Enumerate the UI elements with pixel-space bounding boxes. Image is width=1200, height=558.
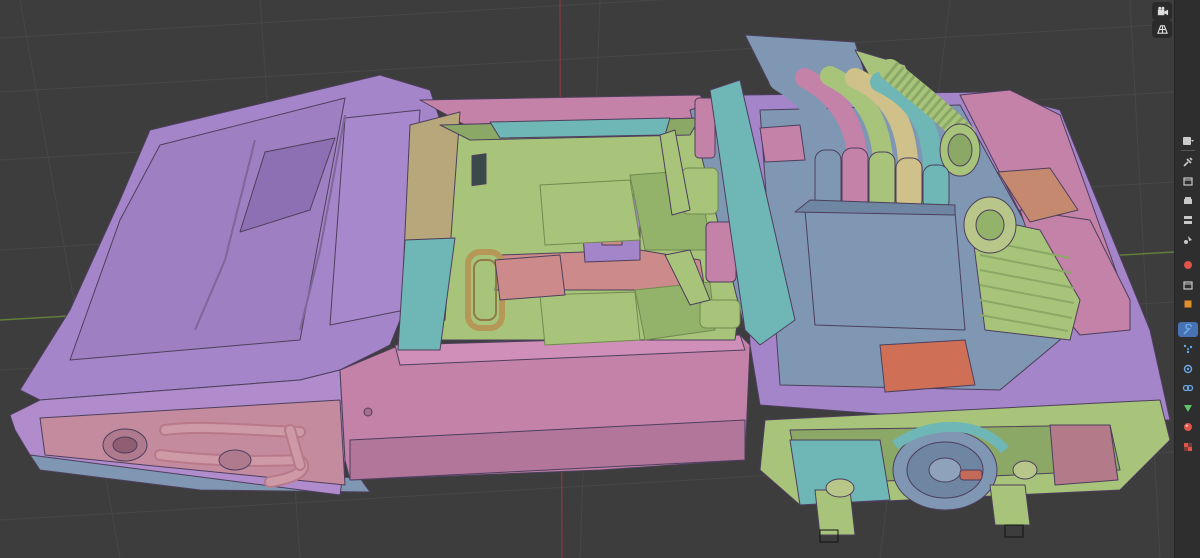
properties-tab-collection[interactable] (1178, 277, 1198, 292)
grid-view-icon (1156, 24, 1168, 34)
properties-tab-object-data[interactable] (1178, 400, 1198, 415)
texture-icon (1184, 442, 1192, 451)
properties-tab-material[interactable] (1178, 420, 1198, 435)
air-cleaner-inner (947, 133, 973, 167)
output-properties-icon (1184, 196, 1192, 204)
properties-tab-constraints[interactable] (1178, 381, 1198, 396)
modifier-wrench-icon (1183, 323, 1192, 335)
rear-knob-left[interactable] (825, 478, 855, 498)
rear-fan-hub (928, 457, 962, 483)
dash-screen[interactable] (471, 153, 487, 187)
properties-tab-bar (1174, 0, 1200, 558)
properties-tab-view-layer[interactable] (1178, 213, 1198, 228)
properties-tab-scene[interactable] (1178, 232, 1198, 247)
camera-view-button[interactable] (1152, 2, 1172, 20)
properties-tab-render-properties[interactable] (1178, 174, 1198, 189)
front-fan-left-inner (112, 436, 138, 454)
material-icon (1184, 423, 1192, 431)
properties-tab-modifier-wrench[interactable] (1178, 322, 1198, 337)
intercooler-box[interactable] (804, 209, 966, 331)
physics-icon (1183, 364, 1193, 373)
particles-icon (1183, 344, 1193, 354)
grid-view-button[interactable] (1152, 20, 1172, 38)
camera-view-icon (1157, 6, 1168, 15)
render-properties-icon (1183, 177, 1193, 186)
scene-icon (1184, 235, 1192, 244)
properties-tab-particles[interactable] (1178, 342, 1198, 357)
world-icon (1184, 261, 1192, 269)
rear-panel-pink[interactable] (759, 124, 806, 163)
coolant-reservoir[interactable] (879, 339, 976, 393)
headrest-lower[interactable] (699, 299, 741, 329)
seat-upper-cushion[interactable] (539, 179, 641, 246)
front-fan-mid[interactable] (218, 449, 252, 471)
rear-leg-right[interactable] (989, 484, 1031, 526)
properties-tab-object-properties[interactable] (1178, 297, 1198, 312)
3d-viewport[interactable] (0, 0, 1174, 558)
collection-icon (1183, 280, 1193, 290)
properties-tab-texture[interactable] (1178, 439, 1198, 454)
rear-knob-right[interactable] (1012, 460, 1038, 480)
dashboard-teal[interactable] (489, 117, 671, 139)
view-layer-icon (1184, 216, 1192, 224)
editor-type-button[interactable] (1178, 133, 1198, 148)
properties-tab-physics[interactable] (1178, 361, 1198, 376)
steering-column[interactable] (494, 254, 566, 301)
toolbar-separator (1181, 150, 1195, 151)
object-data-icon (1184, 404, 1192, 412)
door-handle[interactable] (363, 407, 373, 417)
properties-tab-output-properties[interactable] (1178, 193, 1198, 208)
object-properties-icon (1184, 300, 1192, 308)
editor-type-icon (1183, 136, 1194, 145)
properties-tab-world[interactable] (1178, 258, 1198, 273)
constraints-icon (1182, 384, 1194, 392)
properties-tab-tool-settings[interactable] (1178, 154, 1198, 169)
rear-taillight-left[interactable] (1049, 424, 1119, 486)
rear-exhaust-tip[interactable] (959, 469, 983, 481)
tool-settings-icon (1183, 156, 1193, 167)
viewport-canvas[interactable] (0, 0, 1174, 558)
car-model[interactable] (9, 34, 1171, 536)
seat-lower-cushion[interactable] (539, 291, 641, 346)
